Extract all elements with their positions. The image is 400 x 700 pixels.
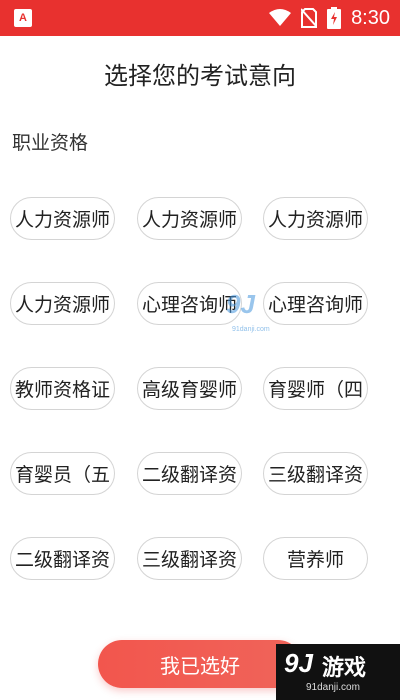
status-bar: A 8:30 (0, 0, 400, 36)
status-icons: 8:30 (269, 7, 390, 30)
options-grid: 人力资源师 人力资源师 人力资源师 人力资源师 心理咨询师 心理咨询师 教师资格… (0, 0, 400, 700)
option-label: 心理咨询师 (141, 294, 237, 316)
watermark-logo: 9J (284, 648, 313, 678)
option-label: 营养师 (286, 549, 344, 571)
confirm-button[interactable]: 我已选好 (98, 640, 302, 688)
option-label: 人力资源师 (267, 209, 363, 231)
watermark-center-logo: 9J 91danji.com (226, 289, 296, 333)
watermark-corner: 9J 游戏 91danji.com (276, 644, 400, 700)
section-label: 职业资格 (12, 132, 89, 154)
no-sim-icon (301, 8, 318, 28)
status-time: 8:30 (351, 6, 390, 29)
option-label: 高级育婴师 (141, 379, 237, 401)
option-label: 育婴师（四 (267, 379, 363, 401)
option-chip[interactable]: 营养师 (263, 537, 368, 580)
option-chip[interactable]: 高级育婴师 (137, 367, 242, 410)
watermark-center-mark: 9J (226, 289, 255, 319)
wifi-icon (269, 9, 292, 27)
option-chip[interactable]: 二级翻译资 (10, 537, 115, 580)
option-label: 二级翻译资 (141, 464, 237, 486)
option-label: 三级翻译资 (267, 464, 363, 486)
option-chip[interactable]: 三级翻译资 (263, 452, 368, 495)
option-label: 人力资源师 (14, 209, 110, 231)
app-badge-letter: A (19, 12, 27, 24)
option-chip[interactable]: 二级翻译资 (137, 452, 242, 495)
battery-charging-icon (327, 7, 342, 29)
option-chip[interactable]: 育婴员（五 (10, 452, 115, 495)
app-badge-icon: A (14, 9, 32, 27)
option-chip[interactable]: 人力资源师 (10, 197, 115, 240)
option-chip[interactable]: 三级翻译资 (137, 537, 242, 580)
page-title: 选择您的考试意向 (104, 62, 296, 90)
option-label: 人力资源师 (141, 209, 237, 231)
option-chip[interactable]: 育婴师（四 (263, 367, 368, 410)
option-chip[interactable]: 教师资格证 (10, 367, 115, 410)
watermark-center-url: 91danji.com (232, 326, 270, 333)
watermark-url: 91danji.com (306, 682, 360, 693)
watermark-name: 游戏 (322, 656, 367, 681)
option-label: 人力资源师 (14, 294, 110, 316)
option-chip[interactable]: 人力资源师 (10, 282, 115, 325)
option-chip[interactable]: 人力资源师 (263, 197, 368, 240)
confirm-button-label: 我已选好 (160, 653, 240, 678)
option-label: 育婴员（五 (14, 464, 110, 486)
option-chip[interactable]: 人力资源师 (137, 197, 242, 240)
option-label: 三级翻译资 (141, 549, 237, 571)
option-label: 二级翻译资 (14, 549, 110, 571)
option-label: 教师资格证 (14, 379, 110, 401)
